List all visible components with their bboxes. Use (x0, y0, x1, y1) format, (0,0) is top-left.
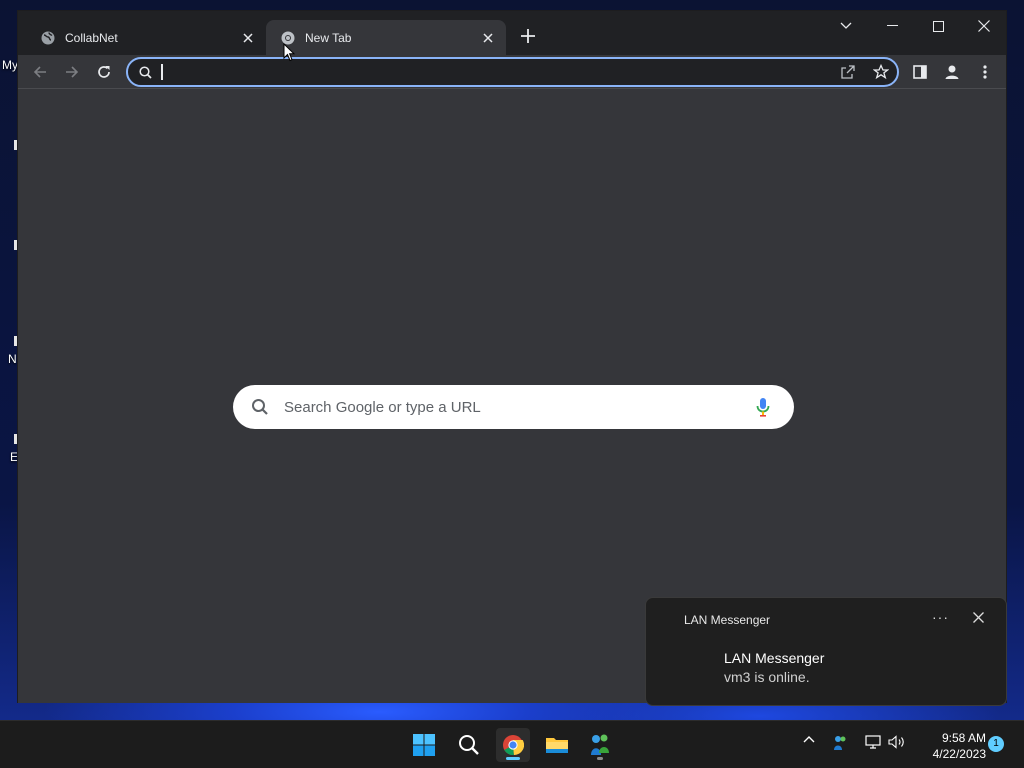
taskbar-file-explorer[interactable] (540, 728, 574, 762)
notification-app-name: LAN Messenger (684, 613, 771, 627)
more-vertical-icon (983, 65, 987, 79)
desktop-label-n[interactable]: N (8, 352, 17, 366)
menu-button[interactable] (972, 59, 998, 85)
ntp-search-placeholder: Search Google or type a URL (284, 399, 481, 416)
search-icon (459, 735, 479, 755)
tab-new-tab[interactable]: New Tab (266, 20, 506, 55)
side-panel-icon (913, 65, 927, 79)
arrow-left-icon (33, 66, 46, 78)
taskbar-search-button[interactable] (452, 728, 486, 762)
taskbar-chrome[interactable] (496, 728, 530, 762)
maximize-icon (932, 20, 944, 32)
tab-label: New Tab (305, 30, 352, 45)
clock-time: 9:58 AM (941, 731, 986, 745)
desktop-label-my[interactable]: My (2, 58, 18, 72)
ntp-search-box[interactable]: Search Google or type a URL (233, 385, 794, 429)
tray-network[interactable] (864, 735, 882, 749)
globe-icon (40, 30, 56, 46)
arrow-right-icon (66, 66, 79, 78)
minimize-icon (886, 25, 898, 26)
file-explorer-icon (546, 738, 568, 753)
text-caret (161, 64, 163, 80)
maximize-button[interactable] (915, 11, 961, 41)
back-button[interactable] (27, 59, 53, 85)
notification-center-badge[interactable]: 1 (988, 736, 1004, 752)
network-icon (865, 735, 881, 749)
taskbar-lan-messenger[interactable] (583, 728, 617, 762)
lan-messenger-icon (591, 734, 609, 755)
notification-body: vm3 is online. (724, 669, 810, 685)
browser-toolbar (18, 55, 1006, 89)
notification-title: LAN Messenger (724, 650, 825, 666)
tray-lan-messenger[interactable] (832, 735, 848, 751)
bookmark-star-icon[interactable] (872, 63, 890, 85)
volume-icon (888, 735, 904, 749)
side-panel-button[interactable] (907, 59, 933, 85)
close-icon[interactable] (480, 30, 496, 46)
close-icon[interactable] (240, 30, 256, 46)
microphone-icon[interactable] (756, 397, 770, 422)
mouse-cursor-icon (283, 43, 295, 62)
profile-button[interactable] (939, 59, 965, 85)
close-window-button[interactable] (961, 11, 1007, 41)
taskbar: 9:58 AM 4/22/2023 (0, 720, 1024, 768)
search-icon (251, 398, 269, 421)
forward-button[interactable] (59, 59, 85, 85)
start-button[interactable] (407, 728, 441, 762)
chevron-down-icon (840, 22, 852, 29)
reload-button[interactable] (91, 59, 117, 85)
tab-label: CollabNet (65, 30, 118, 45)
chevron-up-icon (803, 736, 815, 743)
notification-toast[interactable]: LAN Messenger ··· LAN Messenger vm3 is o… (645, 597, 1007, 706)
plus-icon (521, 29, 535, 43)
system-clock[interactable]: 9:58 AM 4/22/2023 (912, 730, 986, 762)
close-icon[interactable] (973, 610, 984, 628)
show-hidden-icons-button[interactable] (801, 735, 817, 743)
tray-volume[interactable] (887, 735, 907, 749)
running-indicator (597, 757, 603, 760)
close-icon (978, 20, 990, 32)
chrome-icon (503, 735, 524, 756)
search-icon (139, 66, 152, 84)
tab-collabnet[interactable]: CollabNet (26, 20, 266, 55)
active-indicator (506, 757, 520, 760)
minimize-button[interactable] (869, 11, 915, 41)
lan-messenger-icon (834, 736, 846, 750)
new-tab-button[interactable] (516, 24, 540, 48)
profile-icon (945, 65, 959, 79)
tab-search-button[interactable] (823, 11, 869, 41)
windows-start-icon (413, 734, 435, 756)
reload-icon (98, 66, 110, 78)
share-icon[interactable] (840, 64, 856, 85)
more-options-icon[interactable]: ··· (932, 609, 949, 625)
tab-strip: CollabNet New Tab (18, 11, 1006, 55)
address-input[interactable] (160, 62, 820, 82)
address-bar[interactable] (126, 57, 899, 87)
clock-date: 4/22/2023 (932, 747, 986, 761)
